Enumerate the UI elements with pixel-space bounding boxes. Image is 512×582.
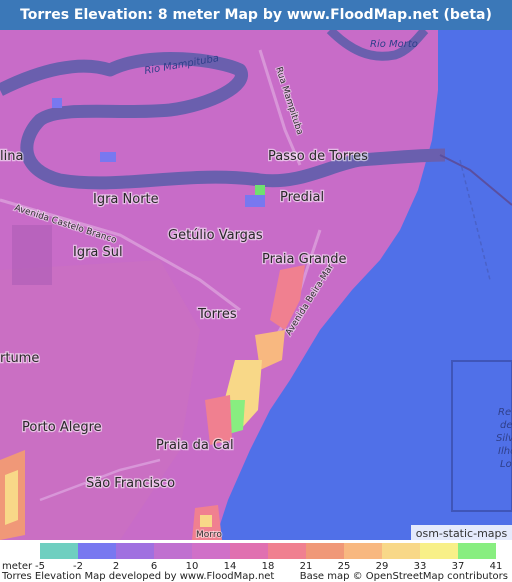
place-lina: lina — [0, 149, 23, 164]
urban-block — [12, 225, 52, 285]
legend-swatch — [458, 543, 496, 559]
low-spot-1 — [100, 152, 116, 162]
elevation-spot-bridge — [255, 185, 265, 195]
credit-osm[interactable]: Base map © OpenStreetMap contributors — [300, 571, 508, 582]
place-praia-da-cal: Praia da Cal — [156, 438, 234, 453]
legend-swatch — [420, 543, 458, 559]
legend-swatch — [78, 543, 116, 559]
legend-swatch — [268, 543, 306, 559]
legend-tick-label: 14 — [223, 561, 237, 572]
osm-static-maps-badge[interactable]: osm-static-maps — [411, 525, 512, 542]
legend-swatch — [382, 543, 420, 559]
place-getulio-vargas: Getúlio Vargas — [168, 228, 263, 243]
elevation-zone-morro-peak — [200, 515, 212, 527]
legend-swatch — [344, 543, 382, 559]
sea-label-4: Ilhe — [498, 446, 512, 457]
legend-swatch — [306, 543, 344, 559]
legend-tick-label: 37 — [451, 561, 465, 572]
legend-swatch — [154, 543, 192, 559]
low-spot-2 — [52, 98, 62, 108]
map-title: Torres Elevation: 8 meter Map by www.Flo… — [0, 0, 512, 30]
legend-tick-label: 41 — [489, 561, 503, 572]
sea-label-1: Re — [498, 407, 511, 418]
legend-tick-label: -2 — [73, 561, 83, 572]
legend-swatch — [116, 543, 154, 559]
place-torres: Torres — [197, 307, 237, 322]
legend-swatch — [40, 543, 78, 559]
legend-color-bar — [40, 543, 496, 559]
credit-floodmap[interactable]: Torres Elevation Map developed by www.Fl… — [2, 571, 274, 582]
label-rio-morto: Rio Morto — [370, 39, 418, 50]
legend-tick-label: 10 — [185, 561, 199, 572]
page: Torres Elevation: 8 meter Map by www.Flo… — [0, 0, 512, 582]
sea-label-5: Lo — [500, 459, 512, 470]
legend-tick-label: 29 — [375, 561, 389, 572]
legend-tick-label: 6 — [150, 561, 158, 572]
place-sao-francisco: São Francisco — [86, 476, 175, 491]
place-rtume: rtume — [0, 351, 39, 366]
place-igra-sul: Igra Sul — [73, 245, 123, 260]
legend-tick-label: 33 — [413, 561, 427, 572]
legend-tick-label: 2 — [112, 561, 120, 572]
place-morro: Morro — [196, 530, 222, 540]
elevation-zone-west-peak — [5, 470, 18, 525]
place-passo-de-torres: Passo de Torres — [268, 149, 368, 164]
low-spot-bridge — [245, 195, 265, 207]
legend-tick-label: 18 — [261, 561, 275, 572]
sea-label-3: Silv — [496, 433, 512, 444]
place-praia-grande: Praia Grande — [262, 252, 347, 267]
legend-swatch — [230, 543, 268, 559]
place-porto-alegre: Porto Alegre — [22, 420, 102, 435]
map-canvas: Passo de Torres Predial Igra Norte Getúl… — [0, 30, 512, 540]
legend-tick-label: 21 — [299, 561, 313, 572]
legend-swatch — [192, 543, 230, 559]
elevation-legend: meter Torres Elevation Map developed by … — [0, 541, 512, 582]
legend-tick-label: 25 — [337, 561, 351, 572]
legend-tick-label: -5 — [35, 561, 45, 572]
sea-label-2: de — [500, 420, 512, 431]
elevation-map[interactable]: Passo de Torres Predial Igra Norte Getúl… — [0, 30, 512, 540]
place-predial: Predial — [280, 190, 324, 205]
place-igra-norte: Igra Norte — [93, 192, 159, 207]
